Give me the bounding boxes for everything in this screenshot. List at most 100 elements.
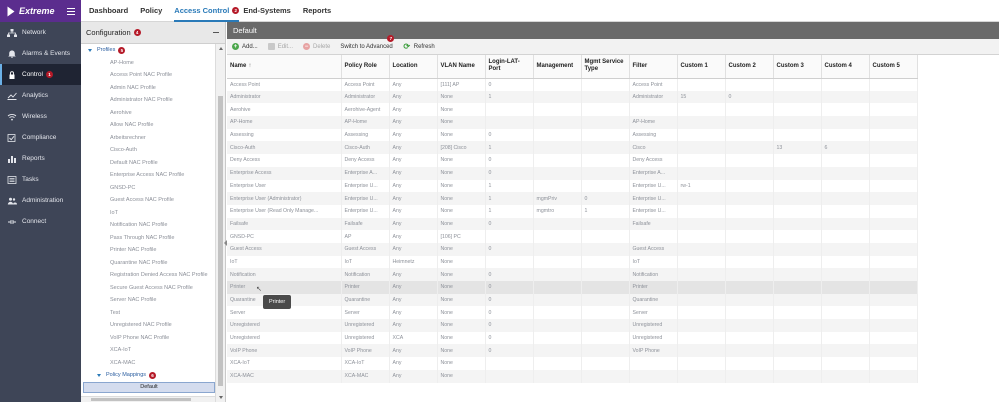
tree-node-profile[interactable]: Registration Denied Access NAC Profile (81, 269, 215, 282)
table-row[interactable]: Enterprise Access Enterprise A... Any None 0… (227, 166, 918, 180)
sidebar-item-tasks[interactable]: Tasks (0, 169, 81, 190)
table-cell (869, 78, 918, 91)
column-header-login-lat-port[interactable]: Login-LAT-Port (485, 55, 534, 79)
tree-node-profile[interactable]: Allow NAC Profile (81, 119, 215, 132)
tree-node-profile[interactable]: Server NAC Profile (81, 294, 215, 307)
table-row[interactable]: Aerohive Aerohive-Agent Any None (227, 103, 918, 117)
tree-node-profile[interactable]: Arbeitsrechner (81, 132, 215, 145)
column-header-custom-4[interactable]: Custom 4 (821, 55, 870, 79)
chevron-down-icon[interactable] (88, 48, 92, 52)
table-cell (773, 293, 822, 307)
tree-node-profile[interactable]: Admin NAC Profile (81, 82, 215, 95)
brand-logo[interactable]: Extreme (0, 0, 81, 22)
table-row[interactable]: Notification Notification Any None 0 Notifica… (227, 268, 918, 281)
tree-node-profile[interactable]: Pass Through NAC Profile (81, 232, 215, 245)
table-row[interactable]: XCA-MAC XCA-MAC Any None (227, 369, 918, 383)
column-header-mgmt-service-type[interactable]: Mgmt Service Type (581, 55, 630, 79)
collapse-icon[interactable] (213, 32, 219, 33)
tree-node-profile[interactable]: Test (81, 307, 215, 320)
tree-node-profile[interactable]: IoT (81, 207, 215, 220)
sidebar-item-wireless[interactable]: Wireless (0, 106, 81, 127)
scrollbar-thumb[interactable] (218, 96, 223, 386)
tree-node-profile[interactable]: XCA-IoT (81, 344, 215, 357)
table-cell: 0 (485, 344, 534, 358)
tree-node-profile[interactable]: Aerohive (81, 107, 215, 120)
column-header-vlan-name[interactable]: VLAN Name (437, 55, 486, 79)
tree-node-profile[interactable]: AP-Home (81, 57, 215, 70)
column-header-management[interactable]: Management (533, 55, 582, 79)
tree-node-profile[interactable]: Notification NAC Profile (81, 219, 215, 232)
column-header-custom-1[interactable]: Custom 1 (677, 55, 726, 79)
table-row[interactable]: Unregistered Unregistered XCA None 0 Unregist… (227, 331, 918, 345)
tree-node-profile[interactable]: Unregistered NAC Profile (81, 319, 215, 332)
sort-ascending-icon[interactable]: ↑ (248, 63, 251, 69)
tree-node-profile[interactable]: Access Point NAC Profile (81, 69, 215, 82)
switch-to-advanced-button[interactable]: Switch to Advanced 7 (340, 34, 395, 50)
column-header-custom-3[interactable]: Custom 3 (773, 55, 822, 79)
table-row[interactable]: Access Point Access Point Any [111] AP 0 Acce… (227, 78, 918, 91)
sidebar-item-analytics[interactable]: Analytics (0, 85, 81, 106)
tree-vertical-scrollbar[interactable] (215, 44, 225, 402)
table-row[interactable]: Enterprise User (Read Only Manage... Ente… (227, 204, 918, 218)
table-row[interactable]: Unregistered Unregistered Any None 0 Unregist… (227, 319, 918, 332)
tab-end-systems[interactable]: End-Systems (243, 0, 291, 22)
tab-reports[interactable]: Reports (303, 0, 331, 22)
table-row[interactable]: AP-Home AP-Home Any None AP-Home (227, 116, 918, 129)
table-row[interactable]: Quarantine Quarantine Any None 0 Quarantine (227, 293, 918, 307)
add-button[interactable]: + Add... (232, 43, 258, 50)
chevron-down-icon[interactable] (97, 373, 101, 377)
table-row[interactable]: XCA-IoT XCA-IoT Any None (227, 357, 918, 370)
scroll-down-icon[interactable] (219, 396, 223, 399)
tree-node-profile[interactable]: VoIP Phone NAC Profile (81, 332, 215, 345)
sidebar-item-connect[interactable]: Connect (0, 211, 81, 232)
sidebar-item-control[interactable]: Control 1 (0, 64, 81, 85)
tree-node-profile[interactable]: Guest Access NAC Profile (81, 194, 215, 207)
delete-button[interactable]: − Delete (303, 43, 330, 50)
column-header-location[interactable]: Location (389, 55, 438, 79)
tree-node-profile[interactable]: XCA-MAC (81, 357, 215, 370)
tree-node-profile[interactable]: Cisco-Auth (81, 144, 215, 157)
hamburger-menu-icon[interactable] (67, 7, 75, 15)
tree-node-profile[interactable]: Secure Guest Access NAC Profile (81, 282, 215, 295)
scrollbar-thumb[interactable] (91, 398, 191, 401)
sidebar-item-reports[interactable]: Reports (0, 148, 81, 169)
table-row[interactable]: VoIP Phone VoIP Phone Any None 0 VoIP Phone (227, 344, 918, 358)
table-row[interactable]: Guest Access Guest Access Any None 0 Guest Ac… (227, 242, 918, 256)
table-row[interactable]: Enterprise User (Administrator) Enterpris… (227, 192, 918, 205)
tab-dashboard[interactable]: Dashboard (89, 0, 128, 22)
tab-policy[interactable]: Policy (140, 0, 162, 22)
column-header-custom-2[interactable]: Custom 2 (725, 55, 774, 79)
table-row[interactable]: Cisco-Auth Cisco-Auth Any [208] Cisco 1 Cisco… (227, 141, 918, 155)
tree-node-profiles[interactable]: Profiles 5 (81, 44, 215, 57)
table-row[interactable]: IoT IoT Heimnetz None IoT (227, 255, 918, 269)
table-row[interactable]: Assessing Assessing Any None 0 Assessing (227, 128, 918, 142)
edit-button[interactable]: Edit... (267, 43, 293, 50)
tree-node-profile[interactable]: Quarantine NAC Profile (81, 257, 215, 270)
tree-node-profile[interactable]: GNSD-PC (81, 182, 215, 195)
sidebar-item-alarms-events[interactable]: Alarms & Events (0, 43, 81, 64)
column-header-filter[interactable]: Filter (629, 55, 678, 79)
sidebar-item-administration[interactable]: Administration (0, 190, 81, 211)
column-header-custom-5[interactable]: Custom 5 (869, 55, 918, 79)
table-row[interactable]: Deny Access Deny Access Any None 0 Deny Acces… (227, 154, 918, 167)
sidebar-item-network[interactable]: Network (0, 22, 81, 43)
table-row[interactable]: Failsafe Failsafe Any None 0 Failsafe (227, 217, 918, 231)
refresh-button[interactable]: ⟳ Refresh (403, 42, 434, 50)
table-row[interactable]: Enterprise User Enterprise U... Any None 1 En… (227, 179, 918, 193)
table-row[interactable]: Server Server Any None 0 Server (227, 306, 918, 320)
tree-node-profile[interactable]: Printer NAC Profile (81, 244, 215, 257)
tree-node-profile[interactable]: Default NAC Profile (81, 157, 215, 170)
table-row[interactable]: Printer Printer Any None 0 Printer (227, 281, 918, 294)
column-header-policy-role[interactable]: Policy Role (341, 55, 390, 79)
sidebar-item-compliance[interactable]: Compliance (0, 127, 81, 148)
tree-horizontal-scrollbar[interactable] (81, 396, 215, 402)
tree-node-profile[interactable]: Enterprise Access NAC Profile (81, 169, 215, 182)
table-row[interactable]: Administrator Administrator Any None 1 Admini… (227, 90, 918, 104)
tree-node-policy-mappings[interactable]: Policy Mappings 6 (81, 369, 215, 382)
tab-access-control[interactable]: Access Control 2 (174, 0, 240, 22)
table-row[interactable]: GNSD-PC AP Any [106] PC (227, 230, 918, 243)
scroll-up-icon[interactable] (219, 47, 223, 50)
column-header-name[interactable]: Name ↑ (227, 55, 342, 79)
tree-node-profile[interactable]: Administrator NAC Profile (81, 94, 215, 107)
tree-node-default[interactable]: Default (83, 381, 215, 393)
